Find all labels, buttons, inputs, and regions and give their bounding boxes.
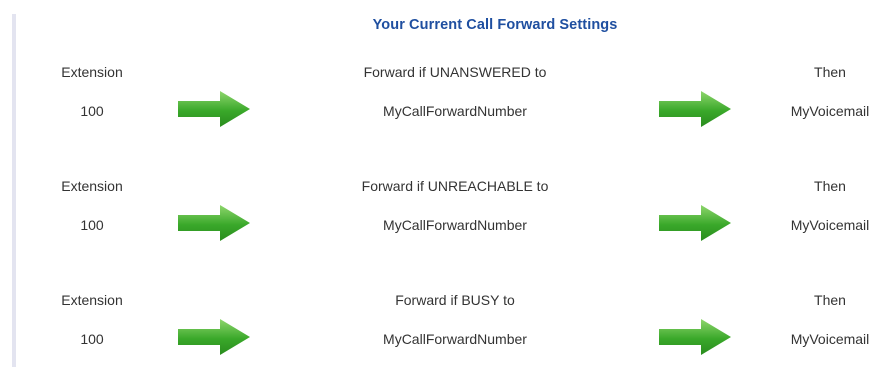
then-label: Then (814, 64, 846, 80)
then-value: MyVoicemail (790, 331, 870, 347)
forward-value: MyCallForwardNumber (383, 331, 527, 347)
then-label: Then (814, 292, 846, 308)
extension-value: 100 (80, 331, 104, 347)
extension-value: 100 (80, 103, 104, 119)
page-title: Your Current Call Forward Settings (372, 17, 618, 33)
extension-label: Extension (61, 64, 123, 80)
forward-value: MyCallForwardNumber (383, 103, 527, 119)
arrow-right-icon (659, 319, 731, 355)
forward-label: Forward if UNANSWERED to (363, 64, 547, 80)
extension-label: Extension (61, 292, 123, 308)
then-value: MyVoicemail (790, 217, 870, 233)
then-label: Then (814, 178, 846, 194)
forward-label: Forward if BUSY to (395, 292, 515, 308)
arrow-right-icon (178, 319, 250, 355)
call-forward-settings-panel: Your Current Call Forward Settings Exten… (0, 0, 885, 367)
extension-label: Extension (61, 178, 123, 194)
arrow-right-icon (178, 91, 250, 127)
arrow-right-icon (659, 91, 731, 127)
forward-label: Forward if UNREACHABLE to (361, 178, 549, 194)
then-value: MyVoicemail (790, 103, 870, 119)
arrow-right-icon (659, 205, 731, 241)
left-border (12, 14, 16, 367)
extension-value: 100 (80, 217, 104, 233)
forward-value: MyCallForwardNumber (383, 217, 527, 233)
arrow-right-icon (178, 205, 250, 241)
